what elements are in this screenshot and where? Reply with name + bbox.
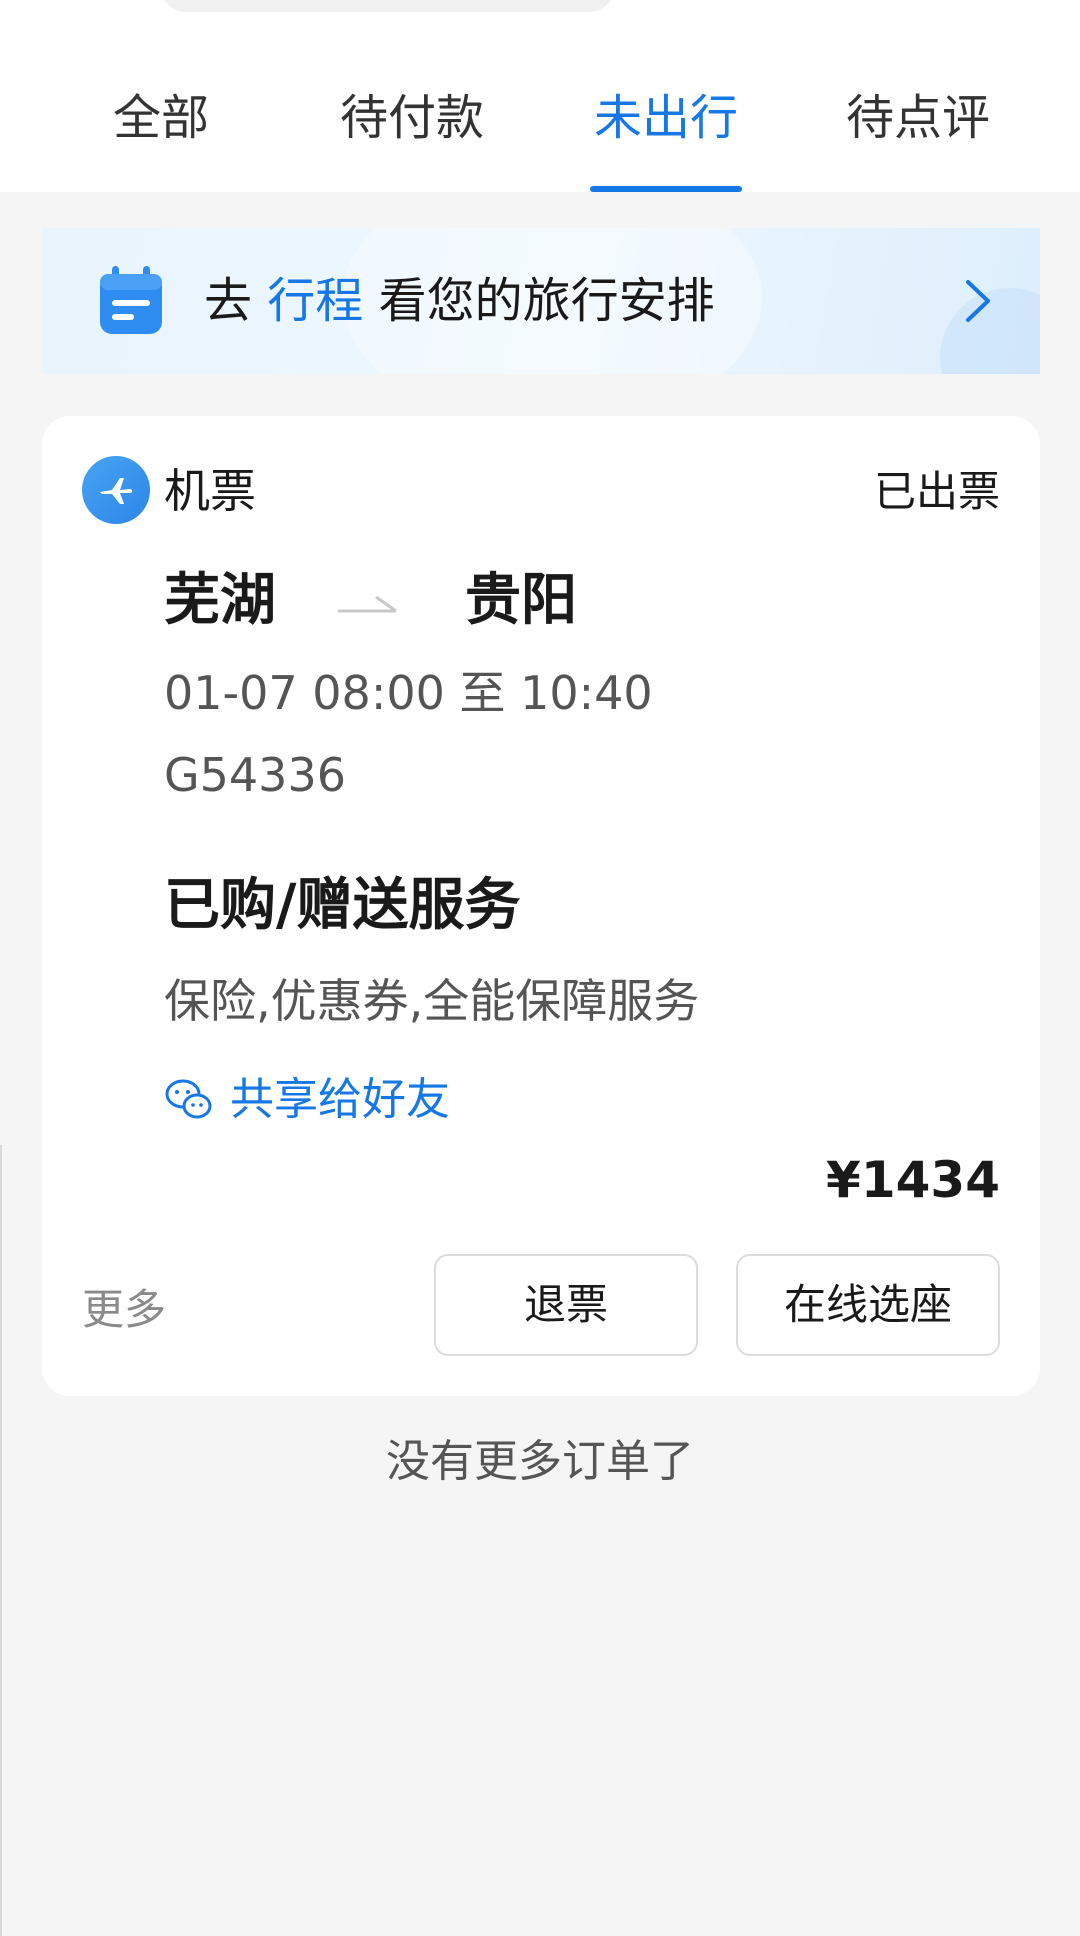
tab-pending-review[interactable]: 待点评: [842, 86, 994, 192]
calendar-icon: [100, 266, 162, 334]
airplane-icon: [82, 456, 150, 524]
active-tab-indicator: [590, 186, 742, 192]
share-label: 共享给好友: [230, 1074, 450, 1125]
no-more-orders-text: 没有更多订单了: [386, 1436, 694, 1487]
order-status-badge: 已出票: [873, 467, 1000, 516]
left-edge-divider: [0, 1145, 2, 1936]
more-actions-button[interactable]: 更多: [82, 1282, 166, 1338]
tab-pending-payment-label: 待付款: [339, 90, 484, 146]
wechat-icon: [165, 1079, 212, 1119]
flight-time: 01-07 08:00 至 10:40: [164, 666, 653, 720]
order-tabs-bar: 全部 待付款 未出行 待点评: [0, 0, 1080, 192]
flight-number: G54336: [164, 748, 346, 802]
banner-prefix: 去: [204, 273, 253, 329]
itinerary-banner[interactable]: 去 行程 看您的旅行安排: [42, 228, 1040, 374]
departure-city: 芜湖: [164, 568, 276, 633]
tab-upcoming-trips[interactable]: 未出行: [590, 86, 742, 192]
services-title: 已购/赠送服务: [164, 873, 521, 938]
search-bar-stub[interactable]: [160, 0, 615, 12]
online-seat-selection-button[interactable]: 在线选座: [736, 1254, 1000, 1356]
banner-suffix: 看您的旅行安排: [378, 273, 715, 329]
chevron-right-icon: [966, 280, 990, 322]
itinerary-banner-text: 去 行程 看您的旅行安排: [204, 266, 715, 336]
order-type-label: 机票: [164, 464, 256, 518]
tab-upcoming-trips-label: 未出行: [593, 90, 738, 146]
tab-pending-review-label: 待点评: [845, 90, 990, 146]
arrival-city: 贵阳: [465, 568, 577, 633]
tab-all-label: 全部: [112, 90, 209, 146]
services-list: 保险,优惠券,全能保障服务: [164, 974, 700, 1028]
orders-page: 全部 待付款 未出行 待点评 去 行程 看您的旅行安排 机票 已出票 芜湖 贵阳…: [0, 0, 1080, 1936]
flight-order-card[interactable]: 机票 已出票 芜湖 贵阳 01-07 08:00 至 10:40 G54336 …: [42, 416, 1040, 1396]
route-arrow-icon: [337, 595, 397, 613]
refund-button[interactable]: 退票: [434, 1254, 698, 1356]
tab-all[interactable]: 全部: [108, 86, 214, 192]
order-price: ¥1434: [826, 1151, 1000, 1209]
banner-itinerary-link[interactable]: 行程: [267, 273, 363, 329]
flight-route: 芜湖 贵阳: [164, 566, 577, 636]
tab-pending-payment[interactable]: 待付款: [336, 86, 488, 192]
